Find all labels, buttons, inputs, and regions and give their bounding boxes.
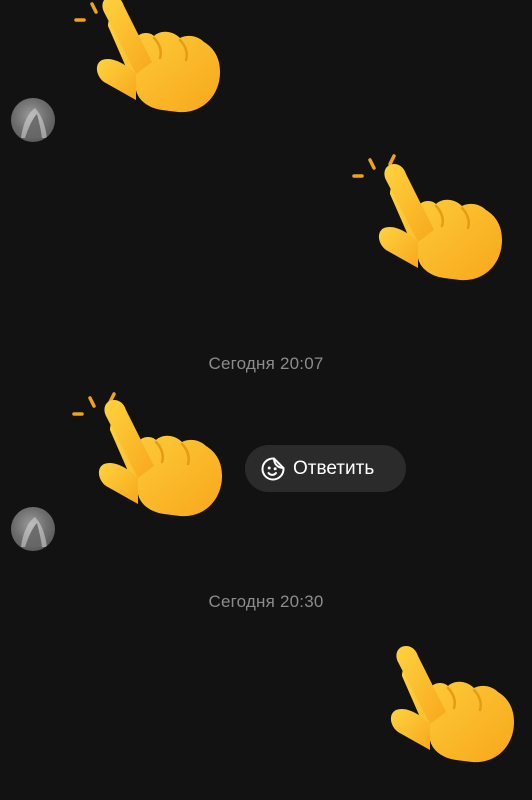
avatar[interactable] — [11, 98, 55, 142]
reply-button[interactable]: Ответить — [245, 445, 406, 492]
sticker-smile-icon — [261, 457, 285, 480]
pointing-hand-emoji[interactable] — [72, 390, 222, 530]
avatar[interactable] — [11, 507, 55, 551]
date-separator: Сегодня 20:07 — [208, 354, 324, 373]
pointing-hand-emoji[interactable] — [364, 640, 514, 780]
reply-button-label: Ответить — [293, 457, 375, 479]
pointing-hand-emoji[interactable] — [74, 0, 224, 128]
chat-area: Сегодня 20:07 Ответить Сегодня 20:30 — [0, 0, 532, 800]
date-separator: Сегодня 20:30 — [208, 592, 324, 611]
pointing-hand-emoji[interactable] — [352, 152, 502, 292]
